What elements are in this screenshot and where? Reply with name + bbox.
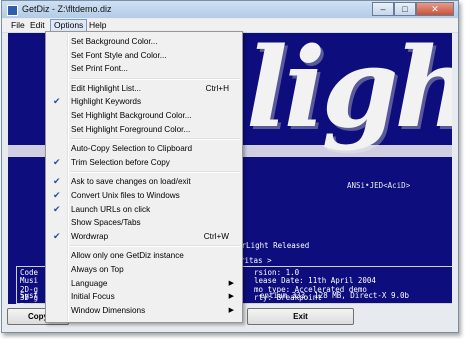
menu-file[interactable]: File bbox=[8, 20, 28, 31]
app-icon bbox=[7, 5, 18, 16]
menu-separator bbox=[70, 245, 240, 248]
minimize-button[interactable]: – bbox=[372, 2, 394, 16]
ritas-text: ritas > bbox=[240, 256, 272, 265]
menu-separator bbox=[70, 77, 240, 80]
menu-separator bbox=[70, 138, 240, 141]
menu-separator bbox=[70, 171, 240, 174]
menu-item-label: Set Background Color... bbox=[71, 37, 158, 46]
menu-item-label: Auto-Copy Selection to Clipboard bbox=[71, 144, 193, 154]
options-menu-item[interactable]: Set Highlight Foreground Color... bbox=[47, 123, 241, 137]
options-menu-item[interactable]: Initial Focus ▶ bbox=[47, 290, 241, 304]
menu-item-label: Window Dimensions bbox=[71, 305, 146, 315]
options-menu-item[interactable]: ✔ Highlight Keywords bbox=[47, 95, 241, 109]
options-menu-item[interactable]: Set Highlight Background Color... bbox=[47, 109, 241, 123]
options-menu-item[interactable]: Allow only one GetDiz instance bbox=[47, 249, 241, 263]
menu-item-label: Convert Unix files to Windows bbox=[71, 191, 180, 200]
menu-item-label: Ask to save changes on load/exit bbox=[71, 177, 191, 187]
menu-item-shortcut: Ctrl+W bbox=[203, 231, 229, 241]
window-title: GetDiz - Z:\fltdemo.diz bbox=[22, 4, 112, 14]
options-menu-item[interactable]: Language ▶ bbox=[47, 277, 241, 291]
menu-item-label: Highlight Keywords bbox=[71, 97, 142, 107]
exit-button[interactable]: Exit bbox=[247, 308, 354, 325]
window-controls: – □ ✕ bbox=[372, 2, 454, 16]
submenu-arrow-icon: ▶ bbox=[228, 306, 234, 314]
checkmark-icon: ✔ bbox=[53, 230, 61, 241]
title-bar[interactable]: GetDiz - Z:\fltdemo.diz – □ ✕ bbox=[2, 1, 458, 18]
options-menu-item[interactable]: ✔ Launch URLs on click bbox=[47, 203, 241, 217]
options-menu-item[interactable]: ✔ Ask to save changes on load/exit bbox=[47, 175, 241, 189]
options-menu-item[interactable]: ✔ Wordwrap Ctrl+W bbox=[47, 230, 241, 244]
system-spec: entium 333, 128 MB, Direct-X 9.0b bbox=[260, 291, 410, 300]
menu-item-label: Set Font Style and Color... bbox=[71, 50, 167, 60]
options-menu-item[interactable]: Auto-Copy Selection to Clipboard bbox=[47, 142, 241, 156]
menu-item-label: Always on Top bbox=[71, 265, 124, 274]
checkmark-icon: ✔ bbox=[53, 176, 61, 187]
options-menu-item[interactable]: Set Background Color... bbox=[47, 35, 241, 49]
menu-edit[interactable]: Edit bbox=[27, 20, 48, 31]
options-menu-item[interactable]: Always on Top bbox=[47, 263, 241, 277]
options-menu-item[interactable]: ✔ Convert Unix files to Windows bbox=[47, 189, 241, 203]
menu-item-label: Set Highlight Foreground Color... bbox=[71, 124, 191, 134]
menu-item-label: Edit Highlight List... bbox=[71, 83, 142, 93]
menu-item-label: Set Print Font... bbox=[71, 64, 128, 74]
checkmark-icon: ✔ bbox=[53, 190, 61, 200]
fairlight-logo-text: light bbox=[246, 33, 452, 152]
system-label: Syst bbox=[20, 291, 39, 300]
menu-item-label: Language bbox=[71, 278, 108, 288]
options-menu-item[interactable]: Show Spaces/Tabs bbox=[47, 216, 241, 230]
checkmark-icon: ✔ bbox=[53, 203, 61, 214]
menu-item-label: Allow only one GetDiz instance bbox=[71, 251, 184, 261]
menu-item-shortcut: Ctrl+H bbox=[205, 83, 229, 93]
options-menu-item[interactable]: Set Font Style and Color... bbox=[47, 49, 241, 63]
options-menu-item[interactable]: Window Dimensions ▶ bbox=[47, 304, 241, 318]
submenu-arrow-icon: ▶ bbox=[228, 293, 234, 301]
submenu-arrow-icon: ▶ bbox=[228, 279, 234, 287]
options-menu-item[interactable]: Edit Highlight List... Ctrl+H bbox=[47, 82, 241, 96]
maximize-button[interactable]: □ bbox=[394, 2, 416, 16]
checkmark-icon: ✔ bbox=[53, 156, 61, 167]
menu-item-label: Wordwrap bbox=[71, 231, 109, 241]
options-dropdown-menu: Set Background Color... Set Font Style an… bbox=[45, 31, 243, 323]
close-button[interactable]: ✕ bbox=[416, 2, 454, 16]
checkmark-icon: ✔ bbox=[53, 96, 61, 107]
ansi-credit: ANSi•JED<AciD> bbox=[347, 181, 411, 190]
options-menu-item[interactable]: ✔ Trim Selection before Copy bbox=[47, 156, 241, 170]
menu-item-label: Trim Selection before Copy bbox=[71, 157, 170, 167]
menu-item-label: Launch URLs on click bbox=[71, 204, 151, 214]
menu-help[interactable]: Help bbox=[86, 20, 109, 31]
options-menu-item[interactable]: Set Print Font... bbox=[47, 62, 241, 76]
menu-item-label: Show Spaces/Tabs bbox=[71, 218, 141, 228]
menu-item-label: Initial Focus bbox=[71, 292, 115, 302]
menu-item-label: Set Highlight Background Color... bbox=[71, 111, 192, 120]
